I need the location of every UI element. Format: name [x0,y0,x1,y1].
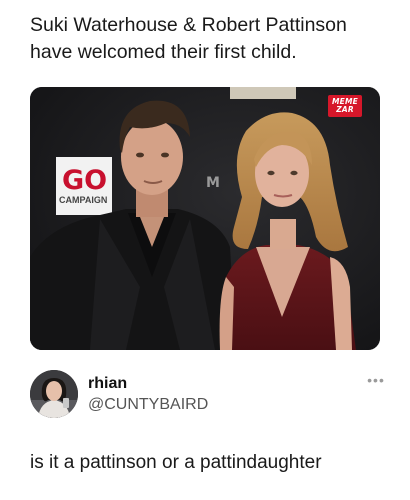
more-options-icon[interactable]: ••• [366,373,386,387]
backdrop-banner [230,87,296,99]
backdrop-letter: M [206,175,220,191]
tweet-text: is it a pattinson or a pattindaughter [30,452,322,473]
watermark-line-2: ZAR [336,105,354,114]
avatar[interactable] [30,370,78,418]
memezar-watermark: MEME ZAR [328,95,362,117]
user-handle[interactable]: @CUNTYBAIRD [88,396,208,414]
sign-logo-text: GO [62,165,107,196]
go-campaign-sign: GO CAMPAIGN [56,157,112,215]
headline: Suki Waterhouse & Robert Pattinson have … [30,12,380,66]
headline-line-2: have welcomed their first child. [30,41,297,63]
display-name[interactable]: rhian [88,375,127,393]
user-avatar-image [30,370,78,418]
headline-line-1: Suki Waterhouse & Robert Pattinson [30,14,347,36]
news-photo[interactable]: M GO CAMPAIGN MEME ZAR [30,87,380,350]
couple-photo-illustration: M GO CAMPAIGN [30,87,380,350]
sign-subtext: CAMPAIGN [59,195,107,205]
